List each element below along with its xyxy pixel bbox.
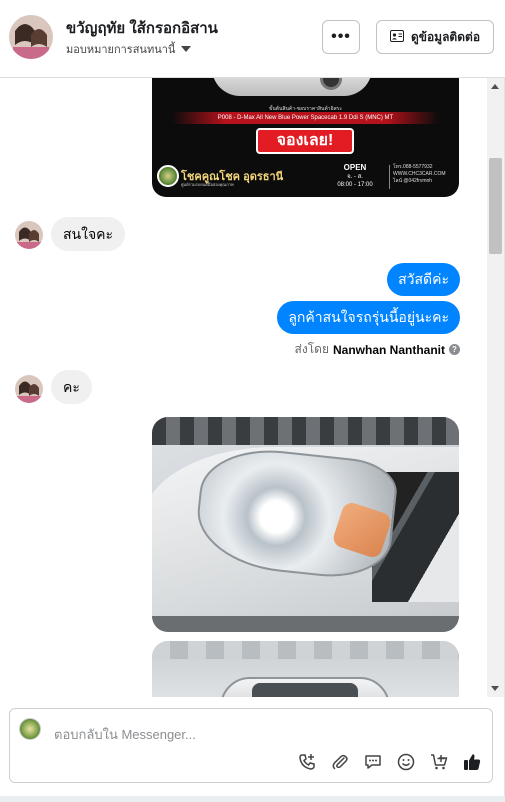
ad-contact-line: โทร.088-5577932 [393,164,433,170]
reply-composer[interactable]: ตอบกลับใน Messenger... [9,708,493,783]
paperclip-icon[interactable] [330,752,350,772]
scroll-up-arrow-icon[interactable] [491,84,499,89]
customer-avatar-small[interactable] [15,375,43,403]
car-headlight-photo[interactable] [152,417,459,632]
ad-contact-line: ไลน์ @042frvmnh [393,178,433,184]
conversation-header: ขวัญฤทัย ใส้กรอกอิสาน มอบหมายการสนทนานี้… [0,0,505,78]
sent-by-info: ส่งโดย Nanwhan Nanthanit ? [295,340,460,359]
photo-floor [152,616,459,632]
assign-label: มอบหมายการสนทนานี้ [66,44,176,56]
assign-conversation[interactable]: มอบหมายการสนทนานี้ [66,40,192,58]
like-icon[interactable] [462,752,482,772]
composer-toolbar [297,752,482,772]
ad-cta: จองเลย! [256,128,354,154]
add-call-icon[interactable] [297,752,317,772]
scroll-down-arrow-icon[interactable] [491,686,499,691]
ad-contact: โทร.088-5577932 WWW.CHC3CAR.COM ไลน์ @04… [393,164,446,185]
ad-open-time: 08:00 - 17:00 [337,182,373,188]
message-bubble-outgoing[interactable]: สวัสดีค่ะ [387,263,460,296]
photo-ceiling [152,641,459,659]
help-icon[interactable]: ? [449,344,460,355]
message-thread[interactable]: ขั้นต้นสินค้า-ขอบราคาสินค้าอิสระ P008 - … [0,78,505,697]
ad-image[interactable]: ขั้นต้นสินค้า-ขอบราคาสินค้าอิสระ P008 - … [152,78,459,197]
more-options-button[interactable]: ••• [322,20,360,54]
ad-model: P008 - D-Max All New Blue Power Spacecab… [172,112,439,124]
ad-car-graphic [212,78,372,96]
add-product-icon[interactable] [429,752,449,772]
contact-card-icon [389,29,404,45]
sent-by-prefix: ส่งโดย [294,342,329,356]
messenger-panel: ขวัญฤทัย ใส้กรอกอิสาน มอบหมายการสนทนานี้… [0,0,505,796]
scrollbar-thumb[interactable] [489,158,502,254]
customer-avatar[interactable] [9,15,53,59]
ad-contact-line: WWW.CHC3CAR.COM [393,171,446,177]
ad-brand-sub: ศูนย์รวมรถยนต์มือสองคุณภาพ [181,182,234,187]
ad-logo [157,165,179,187]
car-front-photo[interactable] [152,641,459,697]
ad-open-days: จ. - ส. [347,174,363,180]
ad-open-hours: OPEN จ. - ส. 08:00 - 17:00 [330,164,380,189]
page-avatar [19,718,41,740]
customer-avatar-small[interactable] [15,221,43,249]
chevron-down-icon [181,46,192,52]
reply-input[interactable]: ตอบกลับใน Messenger... [54,724,196,745]
photo-ceiling [152,417,459,445]
view-contact-label: ดูข้อมูลติดต่อ [410,29,481,44]
ad-open-title: OPEN [343,163,367,172]
view-contact-button[interactable]: ดูข้อมูลติดต่อ [376,20,494,54]
thread-scrollbar[interactable] [487,78,504,697]
message-bubble-outgoing[interactable]: ลูกค้าสนใจรถรุ่นนี้อยู่นะคะ [277,301,460,334]
customer-name: ขวัญฤทัย ใส้กรอกอิสาน [66,20,218,37]
emoji-icon[interactable] [396,752,416,772]
message-bubble-incoming[interactable]: คะ [51,370,92,404]
ad-divider [389,165,390,189]
message-bubble-incoming[interactable]: สนใจคะ [51,217,126,251]
sent-by-name: Nanwhan Nanthanit [332,342,445,357]
photo-windshield [252,683,358,697]
saved-reply-icon[interactable] [363,752,383,772]
